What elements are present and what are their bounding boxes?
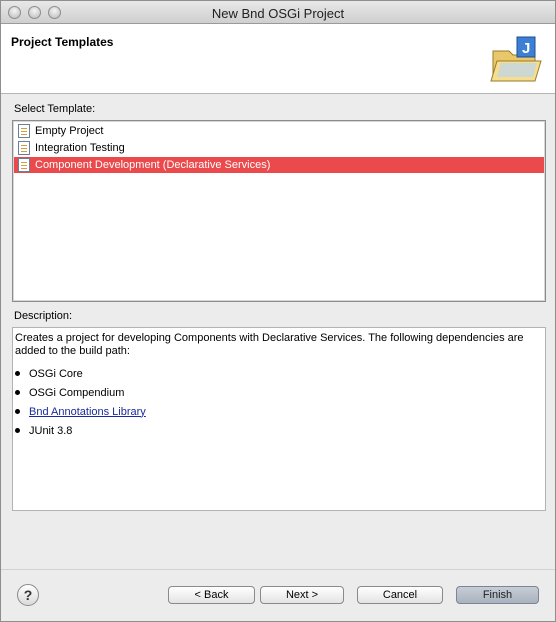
page-title: Project Templates [11, 35, 114, 49]
bullet-icon [15, 409, 20, 414]
bullet-icon [15, 428, 20, 433]
select-template-label: Select Template: [14, 103, 96, 115]
help-button[interactable]: ? [17, 584, 39, 606]
bnd-annotations-link[interactable]: Bnd Annotations Library [29, 406, 146, 418]
footer-divider [1, 569, 555, 570]
bullet-icon [15, 390, 20, 395]
template-icon [18, 124, 30, 138]
template-item-empty-project[interactable]: Empty Project [14, 123, 544, 139]
template-item-integration-testing[interactable]: Integration Testing [14, 140, 544, 156]
wizard-header: Project Templates J [1, 24, 555, 94]
template-icon [18, 141, 30, 155]
folder-java-icon: J [490, 36, 542, 82]
description-panel: Creates a project for developing Compone… [12, 327, 546, 511]
back-button[interactable]: < Back [168, 586, 255, 604]
template-item-component-development[interactable]: Component Development (Declarative Servi… [14, 157, 544, 173]
window-title: New Bnd OSGi Project [211, 6, 345, 21]
template-item-label: Integration Testing [35, 142, 125, 154]
dependency-item: JUnit 3.8 [15, 421, 146, 440]
dependency-item: OSGi Core [15, 364, 146, 383]
dependency-label: OSGi Compendium [29, 386, 125, 399]
template-icon [18, 158, 30, 172]
dependency-label: OSGi Core [29, 367, 83, 380]
dependency-item: OSGi Compendium [15, 383, 146, 402]
description-text: Creates a project for developing Compone… [15, 332, 524, 357]
cancel-button[interactable]: Cancel [357, 586, 443, 604]
bullet-icon [15, 371, 20, 376]
next-button[interactable]: Next > [260, 586, 344, 604]
template-list[interactable]: Empty Project Integration Testing Compon… [12, 120, 546, 302]
dependency-list: OSGi Core OSGi Compendium Bnd Annotation… [15, 364, 146, 440]
template-item-label: Empty Project [35, 125, 104, 137]
dependency-label: JUnit 3.8 [29, 424, 73, 437]
template-item-label: Component Development (Declarative Servi… [35, 159, 271, 171]
dependency-item-link[interactable]: Bnd Annotations Library [15, 402, 146, 421]
description-label: Description: [14, 310, 73, 322]
wizard-window: New Bnd OSGi Project Project Templates J… [0, 0, 556, 622]
title-bar: New Bnd OSGi Project [1, 1, 555, 24]
svg-text:J: J [522, 40, 530, 57]
finish-button[interactable]: Finish [456, 586, 539, 604]
